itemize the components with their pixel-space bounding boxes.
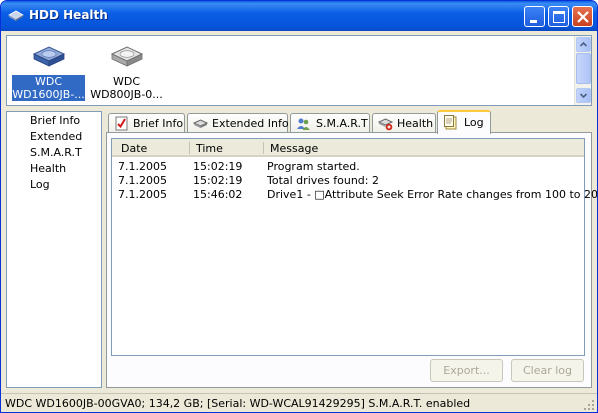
tab-log[interactable]: Log: [437, 110, 491, 134]
log-time: 15:46:02: [193, 188, 243, 201]
app-window: HDD Health WDC WD1600JB-... WDC WD800JB-…: [0, 0, 598, 413]
table-row[interactable]: 7.1.2005 15:46:02 Drive1 - □Attribute Se…: [112, 188, 597, 202]
resize-grip-icon[interactable]: [583, 399, 595, 411]
log-date: 7.1.2005: [118, 160, 167, 173]
column-header-time[interactable]: Time: [196, 142, 223, 155]
hard-drive-icon: [32, 46, 66, 67]
sidebar-nav: Brief Info Extended S.M.A.R.T Health Log: [6, 111, 102, 388]
minimize-button[interactable]: [524, 6, 545, 27]
drive-item-2[interactable]: WDC WD800JB-0...: [89, 36, 164, 106]
sidebar-item-extended[interactable]: Extended: [30, 130, 82, 143]
drive-icon: [193, 119, 208, 128]
drive-list: WDC WD1600JB-... WDC WD800JB-0...: [6, 35, 592, 106]
drive-label: WDC WD800JB-0...: [90, 75, 163, 101]
log-list-header: Date Time Message: [112, 139, 584, 157]
drive-item-1[interactable]: WDC WD1600JB-...: [11, 36, 86, 106]
scroll-down-button[interactable]: [576, 88, 591, 103]
log-date: 7.1.2005: [118, 174, 167, 187]
column-header-date[interactable]: Date: [121, 142, 147, 155]
drive-health-icon: [378, 118, 393, 131]
drive-list-scrollbar[interactable]: [574, 36, 591, 105]
table-row[interactable]: 7.1.2005 15:02:19 Total drives found: 2: [112, 174, 584, 188]
log-date: 7.1.2005: [118, 188, 167, 201]
tab-brief-info[interactable]: Brief Info: [108, 113, 185, 133]
clear-log-button[interactable]: Clear log: [511, 359, 584, 382]
title-bar[interactable]: HDD Health: [1, 1, 597, 31]
column-divider[interactable]: [263, 142, 264, 154]
export-button[interactable]: Export...: [430, 359, 503, 382]
maximize-icon: [553, 11, 565, 23]
log-time: 15:02:19: [193, 160, 243, 173]
close-icon: [577, 11, 589, 23]
log-time: 15:02:19: [193, 174, 243, 187]
scroll-thumb[interactable]: [576, 53, 591, 84]
notes-icon: [444, 115, 457, 130]
people-icon: [297, 118, 310, 130]
tab-smart[interactable]: S.M.A.R.T: [290, 113, 370, 133]
table-row[interactable]: 7.1.2005 15:02:19 Program started.: [112, 160, 584, 174]
log-list[interactable]: Date Time Message 7.1.2005 15:02:19 Prog…: [111, 138, 597, 356]
tab-extended-info[interactable]: Extended Info: [187, 113, 289, 133]
column-header-message[interactable]: Message: [270, 142, 318, 155]
log-message: Drive1 - □Attribute Seek Error Rate chan…: [267, 188, 598, 201]
column-divider[interactable]: [189, 142, 190, 154]
window-title: HDD Health: [29, 8, 108, 22]
chevron-down-icon: [579, 93, 588, 99]
checklist-icon: [115, 116, 128, 131]
maximize-button[interactable]: [548, 6, 569, 27]
tab-health[interactable]: Health: [372, 113, 436, 133]
sidebar-item-brief-info[interactable]: Brief Info: [30, 114, 80, 127]
sidebar-item-smart[interactable]: S.M.A.R.T: [30, 146, 82, 159]
status-bar: WDC WD1600JB-00GVA0; 134,2 GB; [Serial: …: [1, 393, 597, 412]
hard-drive-icon: [8, 10, 24, 21]
sidebar-item-health[interactable]: Health: [30, 162, 66, 175]
scroll-up-button[interactable]: [576, 37, 591, 52]
status-text: WDC WD1600JB-00GVA0; 134,2 GB; [Serial: …: [5, 397, 471, 410]
sidebar-item-log[interactable]: Log: [30, 178, 50, 191]
hard-drive-icon: [110, 46, 144, 67]
drive-label: WDC WD1600JB-...: [12, 75, 85, 101]
minimize-icon: [530, 20, 537, 23]
log-message: Total drives found: 2: [267, 174, 379, 187]
log-tab-panel: Date Time Message 7.1.2005 15:02:19 Prog…: [106, 132, 597, 388]
close-button[interactable]: [572, 6, 593, 27]
log-message: Program started.: [267, 160, 360, 173]
chevron-up-icon: [579, 41, 588, 47]
